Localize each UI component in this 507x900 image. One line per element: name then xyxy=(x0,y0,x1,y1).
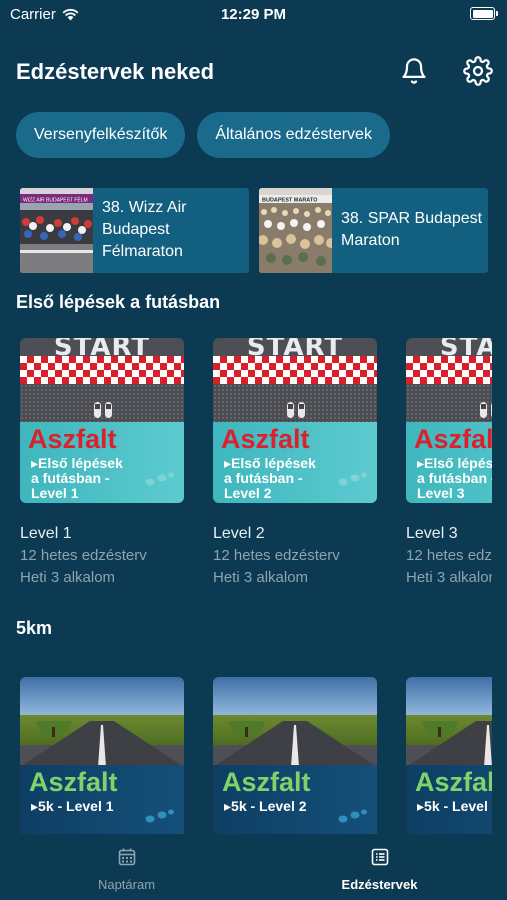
section-title-5km: 5km xyxy=(16,618,53,638)
checkered-line xyxy=(406,356,492,384)
plan-art-title: Aszfalt xyxy=(28,424,117,454)
app-screen: Carrier 12:29 PM Edzéstervek neked Verse… xyxy=(0,0,507,900)
plan-art-title: Aszfalt xyxy=(29,767,118,797)
notifications-button[interactable] xyxy=(397,54,431,88)
plan-card-duration: 12 hetes edzésterv xyxy=(213,547,340,564)
shoes-icon xyxy=(94,402,112,418)
featured-race-marathon[interactable]: BUDAPEST MARATO 38. SPAR Budapest Marato… xyxy=(259,188,488,273)
tab-label: Naptáram xyxy=(97,877,156,892)
plan-card-frequency: Heti 3 alkalom xyxy=(213,569,309,586)
bell-icon xyxy=(402,58,426,84)
checkered-line xyxy=(213,356,377,384)
road-art xyxy=(213,721,377,767)
plan-card-5k-level-3[interactable]: Aszfalt ▸5k - Level 3 xyxy=(406,677,492,834)
shoes-icon xyxy=(480,402,492,418)
plan-art-subtitle: ▸Első lépések a futásban - Level 3 xyxy=(417,455,492,501)
race-photo: WIZZ AIR BUDAPEST FÉLM xyxy=(20,188,93,273)
section-title-first-steps: Első lépések a futásban xyxy=(16,292,221,312)
plan-art-subtitle: ▸5k - Level 3 xyxy=(417,798,492,814)
plan-art-banner: Aszfalt ▸Első lépések a futásban - Level… xyxy=(20,422,184,503)
footprints-icon xyxy=(145,809,174,823)
plan-card-image: START Aszfalt ▸Első lépések a futásban -… xyxy=(406,338,492,503)
plan-art-subtitle: ▸5k - Level 2 xyxy=(224,798,307,814)
battery-icon xyxy=(470,7,498,20)
footprints-icon xyxy=(338,472,367,486)
road-art xyxy=(20,721,184,767)
tab-label: Edzéstervek xyxy=(341,877,418,892)
plan-card-title: Level 1 xyxy=(20,525,72,542)
plan-art-banner: Aszfalt ▸5k - Level 1 xyxy=(20,765,184,834)
footprints-icon xyxy=(338,809,367,823)
first-steps-carousel: START Aszfalt ▸Első lépések a futásban -… xyxy=(20,338,492,589)
plan-card-image: START Aszfalt ▸Első lépések a futásban -… xyxy=(20,338,184,503)
plan-card-image: Aszfalt ▸5k - Level 1 xyxy=(20,677,184,834)
tab-calendar[interactable]: Naptáram xyxy=(0,834,253,900)
plan-card-title: Level 3 xyxy=(406,525,458,542)
marathon-banner-text: BUDAPEST MARATO xyxy=(262,198,318,204)
plan-art-banner: Aszfalt ▸5k - Level 3 xyxy=(406,765,492,834)
plan-card-5k-level-2[interactable]: Aszfalt ▸5k - Level 2 xyxy=(213,677,377,834)
plan-card-5k-level-1[interactable]: Aszfalt ▸5k - Level 1 xyxy=(20,677,184,834)
featured-races: WIZZ AIR BUDAPEST FÉLM 38. Wizz Air Buda… xyxy=(20,188,488,273)
featured-race-title: 38. Wizz Air Budapest Félmaraton xyxy=(102,199,187,260)
plan-card-duration: 12 hetes edzésterv xyxy=(20,547,147,564)
plan-art-banner: Aszfalt ▸Első lépések a futásban - Level… xyxy=(406,422,492,503)
list-icon xyxy=(371,848,388,866)
gear-icon xyxy=(463,56,493,86)
plan-art-subtitle: ▸Első lépések a futásban - Level 2 xyxy=(224,455,316,501)
plan-card-image: Aszfalt ▸5k - Level 2 xyxy=(213,677,377,834)
plan-card-duration: 12 hetes edzésterv xyxy=(406,547,492,564)
status-time: 12:29 PM xyxy=(220,6,287,23)
plan-card-level-3[interactable]: START Aszfalt ▸Első lépések a futásban -… xyxy=(406,338,492,589)
plan-card-title: Level 2 xyxy=(213,525,265,542)
plan-card-frequency: Heti 3 alkalom xyxy=(20,569,116,586)
plan-art-title: Aszfalt xyxy=(221,424,310,454)
plan-art-banner: Aszfalt ▸Első lépések a futásban - Level… xyxy=(213,422,377,503)
road-art xyxy=(406,721,492,767)
footprints-icon xyxy=(145,472,174,486)
category-chips: Versenyfelkészítők Általános edzéstervek xyxy=(16,112,390,158)
race-photo: BUDAPEST MARATO xyxy=(259,188,332,273)
shoes-icon xyxy=(287,402,305,418)
chip-general-plans[interactable]: Általános edzéstervek xyxy=(197,112,390,158)
plan-card-level-2[interactable]: START Aszfalt ▸Első lépések a futásban -… xyxy=(213,338,377,589)
featured-race-title: 38. SPAR Budapest Maraton xyxy=(341,210,483,249)
checkered-line xyxy=(20,356,184,384)
half-marathon-banner-text: WIZZ AIR BUDAPEST FÉLM xyxy=(23,197,88,204)
tab-bar: Naptáram Edzéstervek xyxy=(0,834,507,900)
featured-race-half-marathon[interactable]: WIZZ AIR BUDAPEST FÉLM 38. Wizz Air Buda… xyxy=(20,188,249,273)
plan-card-image: START Aszfalt ▸Első lépések a futásban -… xyxy=(213,338,377,503)
plan-card-frequency: Heti 3 alkalom xyxy=(406,569,492,586)
tab-training-plans[interactable]: Edzéstervek xyxy=(253,834,506,900)
plan-art-subtitle: ▸Első lépések a futásban - Level 1 xyxy=(31,455,123,501)
calendar-icon xyxy=(118,848,135,866)
plan-art-title: Aszfalt xyxy=(222,767,311,797)
settings-button[interactable] xyxy=(461,54,495,88)
plan-art-title: Aszfalt xyxy=(414,424,492,454)
status-bar: Carrier 12:29 PM xyxy=(0,0,507,28)
chip-race-prep[interactable]: Versenyfelkészítők xyxy=(16,112,186,158)
plan-art-banner: Aszfalt ▸5k - Level 2 xyxy=(213,765,377,834)
5km-carousel: Aszfalt ▸5k - Level 1 Aszfalt ▸5k - Leve… xyxy=(20,677,492,834)
plan-art-subtitle: ▸5k - Level 1 xyxy=(31,798,114,814)
plan-art-title: Aszfalt xyxy=(415,767,492,797)
page-title: Edzéstervek neked xyxy=(16,59,215,84)
plan-card-image: Aszfalt ▸5k - Level 3 xyxy=(406,677,492,834)
plan-card-level-1[interactable]: START Aszfalt ▸Első lépések a futásban -… xyxy=(20,338,184,589)
